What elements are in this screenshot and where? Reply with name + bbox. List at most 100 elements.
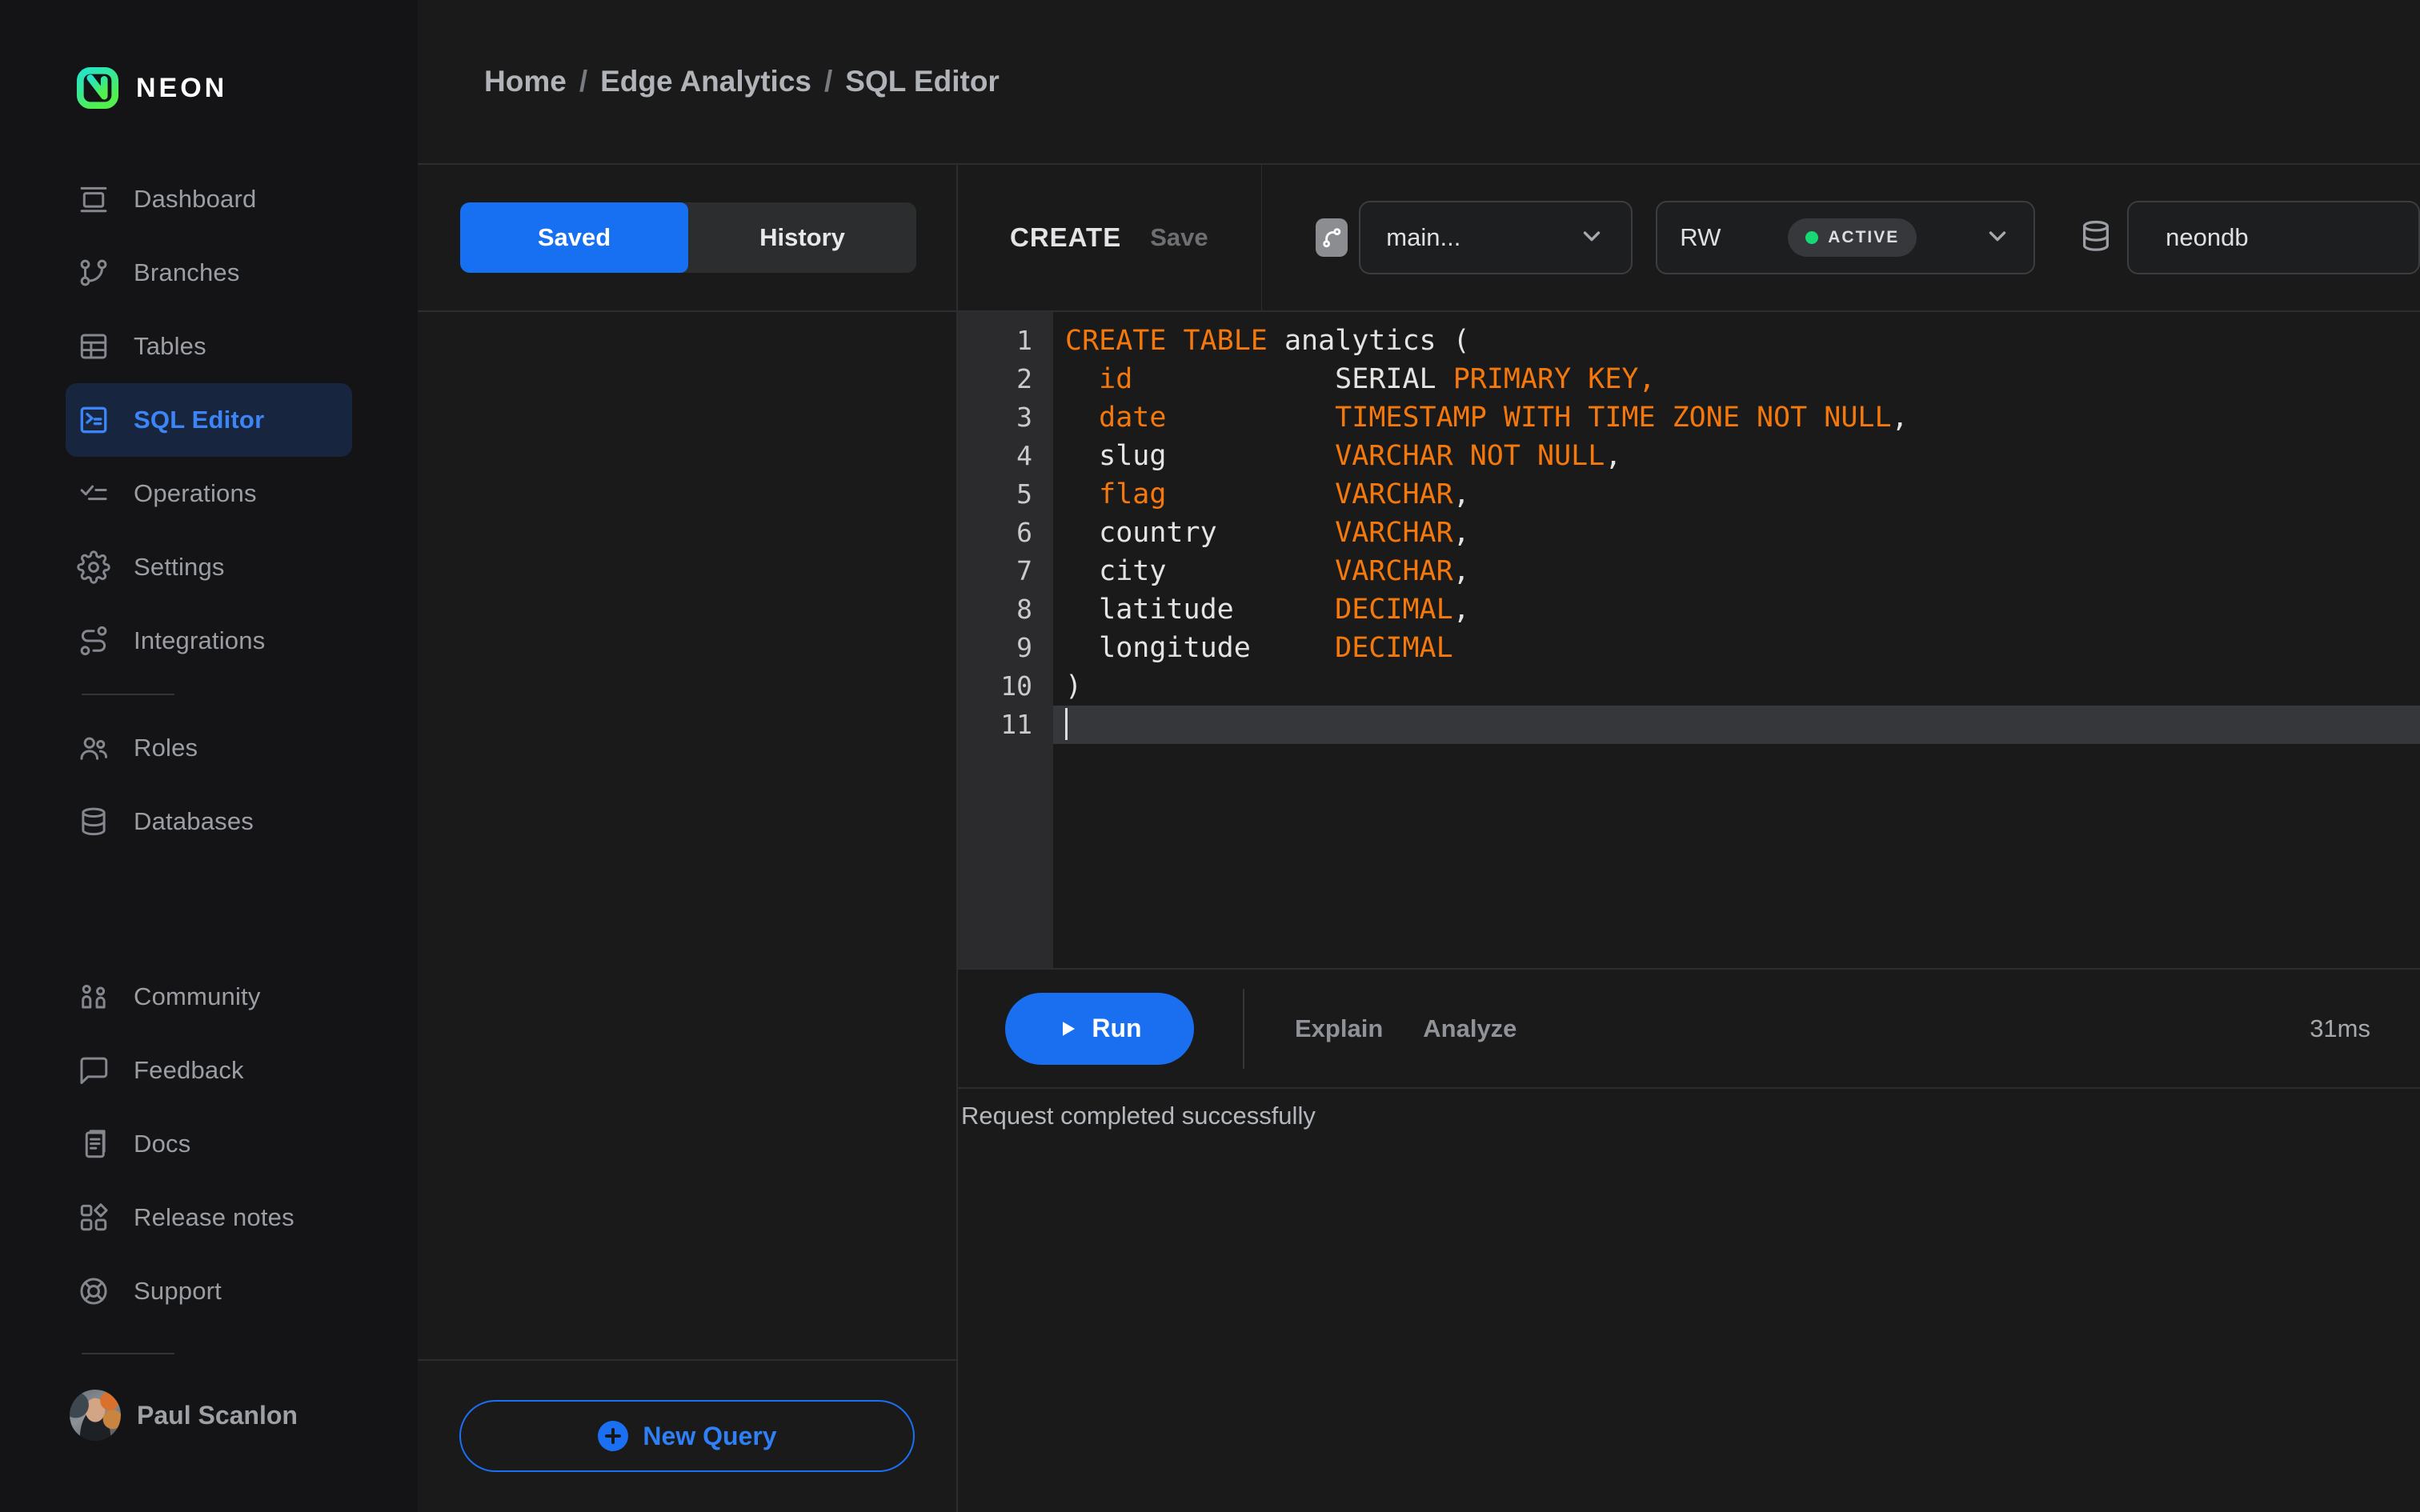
queries-panel-header: Saved History (418, 165, 956, 312)
sidebar-item-databases[interactable]: Databases (66, 785, 352, 858)
sql-plain-token: , (1452, 517, 1470, 549)
neon-logo-icon (76, 66, 119, 110)
chevron-down-icon (1578, 222, 1605, 254)
sql-keyword-token: id (1099, 363, 1133, 395)
line-number: 7 (1016, 555, 1032, 586)
sidebar-item-tables[interactable]: Tables (66, 310, 352, 383)
sql-plain-token: longitude (1065, 632, 1336, 664)
chevron-down-icon (1984, 222, 2011, 254)
new-query-button[interactable]: New Query (459, 1400, 915, 1472)
settings-icon (77, 550, 110, 584)
sidebar-item-integrations[interactable]: Integrations (66, 604, 352, 678)
new-query-label: New Query (643, 1421, 777, 1450)
sidebar-item-docs[interactable]: Docs (66, 1107, 352, 1181)
sidebar-item-label: Support (134, 1277, 222, 1305)
sql-keyword-token: VARCHAR NOT NULL (1335, 440, 1605, 472)
user-name: Paul Scanlon (137, 1400, 298, 1430)
sidebar-item-label: Databases (134, 807, 254, 835)
line-number: 2 (1016, 363, 1032, 394)
code-line[interactable]: slug VARCHAR NOT NULL, (1053, 437, 2420, 475)
sidebar-item-settings[interactable]: Settings (66, 530, 352, 604)
docs-icon (77, 1127, 110, 1161)
sidebar-item-dashboard[interactable]: Dashboard (66, 162, 352, 236)
tables-icon (77, 330, 110, 363)
sidebar-item-label: Dashboard (134, 185, 257, 213)
sidebar-item-label: Roles (134, 734, 198, 762)
sql-editor-icon (77, 403, 110, 437)
code-line[interactable]: CREATE TABLE analytics ( (1053, 322, 2420, 360)
line-number: 9 (1016, 632, 1032, 663)
explain-button[interactable]: Explain (1295, 1014, 1383, 1043)
sql-keyword-token: DECIMAL (1335, 594, 1453, 626)
database-icon (2077, 216, 2114, 260)
sidebar-item-roles[interactable]: Roles (66, 711, 352, 785)
code-editor[interactable]: 1 2 3 4 5 6 7 8 9 10 11 CREATE TABLE analytics ( i… (958, 312, 2420, 968)
tab-history[interactable]: History (688, 202, 916, 273)
code-line[interactable]: longitude DECIMAL (1053, 629, 2420, 667)
line-number: 11 (1000, 709, 1032, 740)
database-select[interactable]: neondb (2127, 201, 2420, 274)
line-number: 6 (1016, 517, 1032, 548)
save-button[interactable]: Save (1150, 223, 1208, 252)
line-number: 1 (1016, 325, 1032, 356)
analyze-button[interactable]: Analyze (1423, 1014, 1517, 1043)
endpoint-select[interactable]: RW ACTIVE (1656, 201, 2036, 274)
sql-keyword-token: CREATE TABLE (1065, 325, 1268, 357)
sql-keyword-token: VARCHAR (1335, 478, 1453, 510)
queries-panel: Saved History New Query (418, 165, 958, 1512)
line-number: 4 (1016, 440, 1032, 471)
breadcrumb: Home / Edge Analytics / SQL Editor (484, 65, 1000, 98)
sql-plain-token (1166, 402, 1335, 434)
neon-console: NEON Dashboard Branches Tables SQL Editor Op… (0, 0, 2420, 1512)
sidebar-item-label: Settings (134, 553, 225, 581)
editor-header: CREATE Save main... RW ACTIVE neondb (958, 165, 2420, 312)
code-line[interactable]: country VARCHAR, (1053, 514, 2420, 552)
sql-plain-token (1166, 478, 1335, 510)
sidebar-item-label: SQL Editor (134, 406, 265, 434)
sidebar-item-feedback[interactable]: Feedback (66, 1034, 352, 1107)
tab-saved[interactable]: Saved (460, 202, 688, 273)
sql-plain-token (1065, 402, 1099, 434)
breadcrumb-item-sql-editor: SQL Editor (845, 65, 1000, 98)
code-line[interactable]: latitude DECIMAL, (1053, 590, 2420, 629)
code-line[interactable]: flag VARCHAR, (1053, 475, 2420, 514)
sidebar-item-label: Release notes (134, 1203, 294, 1231)
code-content[interactable]: CREATE TABLE analytics ( id SERIAL PRIMA… (1053, 312, 2420, 968)
avatar (70, 1390, 121, 1441)
branch-select[interactable]: main... (1359, 201, 1633, 274)
sidebar-item-community[interactable]: Community (66, 960, 352, 1034)
code-line[interactable]: city VARCHAR, (1053, 552, 2420, 590)
sql-keyword-token: VARCHAR (1335, 555, 1453, 587)
sidebar-divider (82, 1353, 174, 1354)
code-line[interactable]: date TIMESTAMP WITH TIME ZONE NOT NULL, (1053, 398, 2420, 437)
line-number: 5 (1016, 478, 1032, 510)
code-line[interactable]: id SERIAL PRIMARY KEY, (1053, 360, 2420, 398)
operations-icon (77, 477, 110, 510)
sidebar-item-label: Branches (134, 258, 240, 286)
sidebar-item-sql-editor[interactable]: SQL Editor (66, 383, 352, 457)
sidebar-item-operations[interactable]: Operations (66, 457, 352, 530)
sql-keyword-token: flag (1099, 478, 1167, 510)
sql-plain-token: latitude (1065, 594, 1336, 626)
sql-plain-token: slug (1065, 440, 1336, 472)
user-menu[interactable]: Paul Scanlon (70, 1390, 418, 1441)
branch-select-value: main... (1386, 223, 1461, 251)
sql-plain-token: , (1891, 402, 1909, 434)
sidebar-item-support[interactable]: Support (66, 1254, 352, 1328)
sidebar-item-release-notes[interactable]: Release notes (66, 1181, 352, 1254)
run-button[interactable]: Run (1005, 992, 1194, 1065)
branch-icon-button[interactable] (1316, 218, 1348, 257)
sql-plain-token (1065, 478, 1099, 510)
queries-panel-footer: New Query (418, 1359, 956, 1512)
code-line[interactable] (1053, 706, 2420, 744)
breadcrumb-item-home[interactable]: Home (484, 65, 567, 98)
release-notes-icon (77, 1201, 110, 1234)
sidebar-item-branches[interactable]: Branches (66, 236, 352, 310)
neon-logo[interactable]: NEON (76, 66, 418, 110)
saved-queries-list[interactable] (418, 312, 956, 1359)
breadcrumb-separator: / (823, 65, 833, 98)
code-line[interactable]: ) (1053, 667, 2420, 706)
sql-plain-token: , (1452, 594, 1470, 626)
breadcrumb-item-edge-analytics[interactable]: Edge Analytics (600, 65, 811, 98)
